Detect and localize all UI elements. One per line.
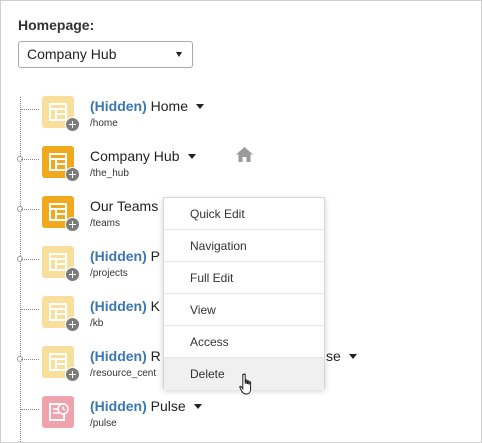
page-name: Company Hub <box>90 148 180 164</box>
page-layout-icon[interactable] <box>42 146 80 182</box>
add-subpage-icon[interactable] <box>65 317 80 332</box>
caret-down-icon[interactable] <box>187 154 196 159</box>
page-layout-icon[interactable] <box>42 196 80 232</box>
home-icon <box>236 147 253 167</box>
caret-down-icon[interactable] <box>193 404 202 409</box>
tree-branch <box>21 159 39 160</box>
page-title[interactable]: (Hidden) Home <box>90 98 205 114</box>
hidden-tag: (Hidden) <box>90 298 147 314</box>
tree-branch <box>21 309 39 310</box>
hidden-tag: (Hidden) <box>90 98 147 114</box>
hidden-tag: (Hidden) <box>90 348 147 364</box>
page-title[interactable]: (Hidden) P <box>90 248 160 264</box>
page-layout-icon[interactable] <box>42 96 80 132</box>
add-subpage-icon[interactable] <box>65 367 80 382</box>
hand-cursor-icon <box>237 372 255 401</box>
page-layout-icon[interactable] <box>42 346 80 382</box>
homepage-label: Homepage: <box>18 17 95 33</box>
page-path: /resource_cent <box>90 368 157 379</box>
page-layout-icon[interactable] <box>42 296 80 332</box>
page-title[interactable]: Company Hub <box>90 148 196 164</box>
page-row-home: (Hidden) Home /home <box>1 96 481 147</box>
page-context-menu: Quick Edit Navigation Full Edit View Acc… <box>163 197 325 390</box>
page-manager-panel: Homepage: Company Hub (Hidden) Home /hom… <box>0 0 482 443</box>
add-subpage-icon[interactable] <box>65 217 80 232</box>
page-name: Pulse <box>150 398 186 414</box>
menu-item-view[interactable]: View <box>164 294 324 326</box>
menu-item-quick-edit[interactable]: Quick Edit <box>164 198 324 230</box>
page-name: R <box>150 348 161 364</box>
page-title[interactable]: (Hidden) K <box>90 298 160 314</box>
page-name-tail-text: se <box>326 348 341 364</box>
tree-branch <box>21 359 39 360</box>
tree-branch <box>21 409 39 410</box>
page-title[interactable]: Our Teams <box>90 198 158 214</box>
page-path: /pulse <box>90 418 117 429</box>
page-path: /teams <box>90 218 121 229</box>
pulse-page-icon[interactable] <box>42 396 76 430</box>
page-name: P <box>150 248 160 264</box>
page-row-company-hub: Company Hub /the_hub <box>1 146 481 197</box>
tree-branch <box>21 259 39 260</box>
hidden-tag: (Hidden) <box>90 248 147 264</box>
page-layout-icon[interactable] <box>42 246 80 282</box>
page-path: /projects <box>90 268 128 279</box>
menu-item-full-edit[interactable]: Full Edit <box>164 262 324 294</box>
add-subpage-icon[interactable] <box>65 267 80 282</box>
page-path: /kb <box>90 318 104 329</box>
hidden-tag: (Hidden) <box>90 398 147 414</box>
page-title[interactable]: (Hidden) Pulse <box>90 398 202 414</box>
chevron-down-icon <box>176 52 182 57</box>
page-row-pulse: (Hidden) Pulse /pulse <box>1 396 481 442</box>
add-subpage-icon[interactable] <box>65 167 80 182</box>
homepage-select[interactable]: Company Hub <box>18 41 193 68</box>
tree-branch <box>21 109 39 110</box>
tree-branch <box>21 209 39 210</box>
page-name: K <box>150 298 160 314</box>
page-name: Our Teams <box>90 198 159 214</box>
caret-down-icon[interactable] <box>348 354 357 359</box>
homepage-select-value: Company Hub <box>27 46 117 62</box>
page-name: Home <box>150 98 189 114</box>
page-title[interactable]: (Hidden) R <box>90 348 161 364</box>
page-path: /the_hub <box>90 168 129 179</box>
add-subpage-icon[interactable] <box>65 117 80 132</box>
caret-down-icon[interactable] <box>196 104 205 109</box>
page-path: /home <box>90 118 118 129</box>
menu-item-navigation[interactable]: Navigation <box>164 230 324 262</box>
page-name-tail[interactable]: se <box>326 348 357 364</box>
menu-item-access[interactable]: Access <box>164 326 324 358</box>
